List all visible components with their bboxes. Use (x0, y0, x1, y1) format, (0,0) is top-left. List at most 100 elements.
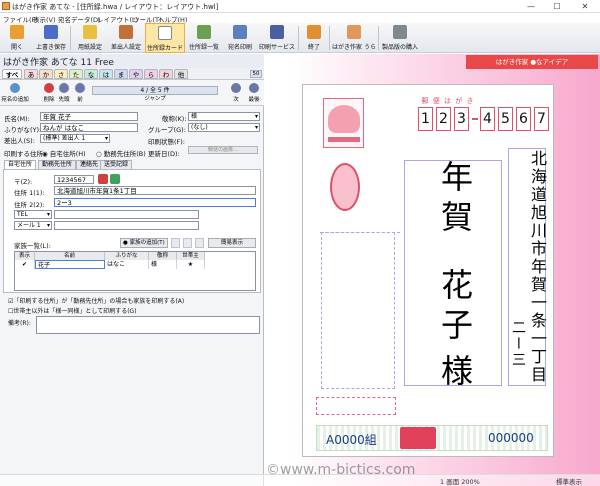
radio-work[interactable]: ○ 勤務先住所(B) (96, 148, 146, 158)
honorific-label: 敬称(K): (162, 115, 187, 123)
mail-field[interactable] (54, 221, 199, 230)
kana-tab-ma[interactable]: ま (114, 69, 128, 79)
last-record-button[interactable]: 最後 (243, 82, 265, 104)
zip-search-icon[interactable] (98, 174, 108, 184)
family-kana-cell[interactable]: はなこ (105, 260, 149, 269)
simple-view-button[interactable]: 簡易表示 (208, 238, 256, 248)
kana-tab-ka[interactable]: か (39, 69, 53, 79)
address-line2: 二ー三 (510, 320, 526, 368)
toolbar-separator (329, 26, 330, 50)
jump-label[interactable]: ジャンプ (92, 94, 218, 102)
add-family-button[interactable]: ● 家族の追加(T) (120, 238, 168, 248)
paper-setup-button[interactable]: 用紙設定 (73, 23, 107, 53)
maximize-button[interactable]: ☐ (546, 0, 568, 13)
address1-field[interactable]: 北海道旭川市年賀1条1丁目 (54, 186, 256, 195)
tab-contact[interactable]: 連絡先 (76, 160, 103, 169)
address2-field[interactable]: 2ー3 (54, 198, 256, 207)
zip-convert-icon[interactable] (110, 174, 120, 184)
column-header[interactable]: 表示 (15, 252, 35, 260)
menu-bar: ファイル(F) 表示(V) 宛名データ(D) レイアウト(L) ツール(T) ヘ… (0, 13, 600, 24)
kana-tab-bar: すべて あ か さ た な は ま や ら わ 他 50 (0, 68, 264, 89)
hagaki-ura-button[interactable]: はがき作家 うら (332, 23, 376, 53)
kana-tab-na[interactable]: な (84, 69, 98, 79)
prev-record-button[interactable]: 前 (69, 82, 91, 104)
address-card-button[interactable]: 住所録カード (145, 23, 185, 53)
kana-tab-other[interactable]: 他 (174, 69, 188, 79)
address-list-icon (197, 25, 211, 39)
zip-digit: 2 (436, 107, 451, 131)
tab-history[interactable]: 送受記録 (100, 160, 133, 169)
column-header[interactable]: 世帯主 (177, 252, 205, 260)
group-label: グループ(G): (148, 126, 186, 134)
address-line1: 北海道旭川市年賀一条一丁目 (528, 150, 547, 384)
move-down-button[interactable] (195, 238, 204, 248)
open-button[interactable]: 開く (2, 23, 32, 53)
prev-icon (75, 83, 85, 93)
print-address-button[interactable]: 宛名印刷 (223, 23, 257, 53)
kana-tab-ta[interactable]: た (69, 69, 83, 79)
column-header[interactable]: 敬称 (149, 252, 177, 260)
zip-digit: 6 (516, 107, 531, 131)
radio-home[interactable]: ◉ 自宅住所(H) (42, 148, 86, 158)
sender-setup-button[interactable]: 差出人設定 (109, 23, 143, 53)
cart-icon (393, 25, 407, 39)
tel-type-select[interactable]: TEL (14, 210, 52, 219)
name-field[interactable]: 年賀 花子 (40, 112, 138, 121)
radio-selected-icon: ◉ (42, 150, 48, 158)
kana-tab-ra[interactable]: ら (144, 69, 158, 79)
family-show-cell[interactable]: ✔ (15, 260, 35, 269)
zoom-status[interactable]: 1 画面 200% (440, 476, 480, 486)
furigana-field[interactable]: ねんが はなこ (40, 123, 138, 132)
stamp-image-button[interactable]: 郵便の画像… (188, 146, 258, 154)
tel-field[interactable] (54, 210, 199, 219)
group-select[interactable]: (なし) (188, 123, 260, 132)
save-icon (44, 25, 58, 39)
family-title-cell[interactable]: 様 (149, 260, 177, 269)
postcard-header: 郵 便 は が き (421, 97, 475, 105)
remove-family-button[interactable] (171, 238, 180, 248)
updated-label: 更新日(D): (148, 150, 180, 158)
column-header[interactable]: 名前 (35, 252, 105, 260)
mail-type-select[interactable]: メール 1 (14, 221, 52, 230)
family-name-cell[interactable]: 花子 (35, 260, 105, 269)
purchase-button[interactable]: 製品版の購入 (381, 23, 419, 53)
zip-digit: 4 (480, 107, 495, 131)
option-family-group[interactable]: ☐世帯主以外は「様一同様」として印刷する(G) (8, 306, 137, 315)
honorific-select[interactable]: 様 (188, 112, 260, 121)
memo-field[interactable] (36, 316, 260, 334)
kana-tab-ha[interactable]: は (99, 69, 113, 79)
print-service-button[interactable]: 印刷サービス (258, 23, 296, 53)
print-service-icon (270, 25, 284, 39)
standard-view-button[interactable]: 標準表示 (556, 476, 582, 486)
close-button[interactable]: ✕ (574, 0, 596, 13)
sender-zip-box (316, 397, 396, 415)
tab-work-address[interactable]: 勤務先住所 (38, 160, 77, 169)
toolbar-separator (298, 26, 299, 50)
add-record-button[interactable]: 宛名の追加 (1, 82, 29, 104)
kana-tab-ya[interactable]: や (129, 69, 143, 79)
record-position[interactable]: 4 / 全 5 件 (92, 86, 218, 95)
kana-tab-a[interactable]: あ (24, 69, 38, 79)
save-button[interactable]: 上書き保存 (34, 23, 68, 53)
window-title: はがき作家 あてな - [住所録.hwa / レイアウト：レイアウト.hwl] (12, 3, 219, 11)
hagaki-ura-icon (347, 25, 361, 39)
kana-tab-sa[interactable]: さ (54, 69, 68, 79)
ad-banner[interactable]: はがき作家 ●なアイデア (466, 55, 598, 69)
exit-button[interactable]: 終了 (301, 23, 327, 53)
kana-tab-all[interactable]: すべて (2, 69, 22, 89)
zip-digit: 3 (454, 107, 469, 131)
tab-home-address[interactable]: 自宅住所 (4, 160, 37, 169)
family-table: 表示 名前 ふりがな 敬称 世帯主 ✔ 花子 はなこ 様 ★ (14, 251, 256, 291)
sender-label: 差出人(S): (4, 137, 35, 145)
address-list-button[interactable]: 住所録一覧 (187, 23, 221, 53)
move-up-button[interactable] (183, 238, 192, 248)
zip-digit: 7 (534, 107, 549, 131)
sender-select[interactable]: (標準) 差出人 1 (40, 134, 110, 143)
family-head-cell[interactable]: ★ (177, 260, 205, 269)
zip-field[interactable]: 1234567 (54, 175, 94, 184)
minimize-button[interactable]: — (520, 0, 542, 13)
option-family-work[interactable]: ☑「印刷する住所」が「勤務先住所」の場合も家族を印刷する(A) (8, 296, 184, 305)
kana-tab-wa[interactable]: わ (159, 69, 173, 79)
column-header[interactable]: ふりがな (105, 252, 149, 260)
new-card-icon (10, 83, 20, 93)
